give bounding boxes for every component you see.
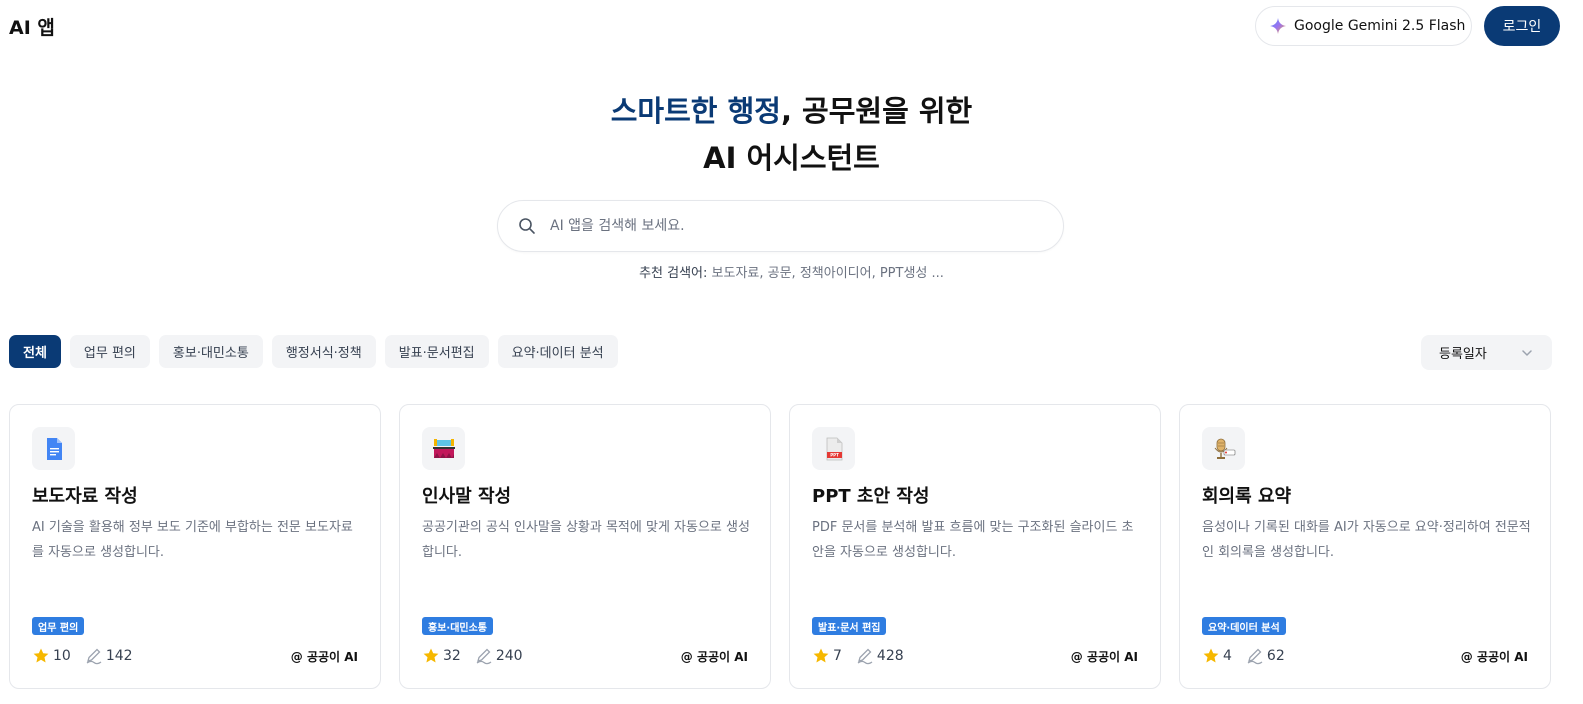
star-count: 4 bbox=[1202, 647, 1232, 665]
card-icon-box: PPT bbox=[812, 427, 855, 470]
google-docs-icon bbox=[46, 437, 62, 460]
suggest-terms[interactable]: 보도자료, 공문, 정책아이디어, PPT생성 ... bbox=[712, 266, 944, 281]
microphone-rec-icon bbox=[1214, 438, 1235, 459]
card-author: @ 공공이 AI bbox=[1070, 650, 1138, 664]
category-badge: 요약·데이터 분석 bbox=[1202, 617, 1286, 635]
app-card[interactable]: 회의록 요약 음성이나 기록된 대화를 AI가 자동으로 요약·정리하여 전문적… bbox=[1179, 404, 1551, 689]
sort-selected: 등록일자 bbox=[1439, 347, 1487, 362]
search-box[interactable] bbox=[497, 200, 1064, 252]
hero-accent: 스마트한 행정 bbox=[610, 94, 781, 128]
card-stats: 7 428 bbox=[812, 647, 918, 665]
star-icon bbox=[813, 648, 829, 663]
chevron-down-icon bbox=[1522, 349, 1532, 356]
app-card[interactable]: 보도자료 작성 AI 기술을 활용해 정부 보도 기준에 부합하는 전문 보도자… bbox=[9, 404, 381, 689]
card-author: @ 공공이 AI bbox=[290, 650, 358, 664]
search-input[interactable] bbox=[550, 218, 1030, 234]
card-description: 음성이나 기록된 대화를 AI가 자동으로 요약·정리하여 전문적인 회의록을 … bbox=[1202, 520, 1531, 560]
category-tabs: 전체 업무 편의 홍보·대민소통 행정서식·정책 발표·문서편집 요약·데이터 … bbox=[9, 335, 618, 368]
ppt-file-icon: PPT bbox=[826, 437, 842, 460]
svg-text:PPT: PPT bbox=[830, 452, 839, 457]
card-stats: 10 142 bbox=[32, 647, 147, 665]
star-count: 32 bbox=[422, 647, 461, 665]
usage-count: 240 bbox=[475, 647, 523, 665]
star-icon bbox=[423, 648, 439, 663]
star-count: 10 bbox=[32, 647, 71, 665]
usage-count: 428 bbox=[856, 647, 904, 665]
hero-rest: , 공무원을 위한 bbox=[780, 94, 973, 128]
stage-icon bbox=[432, 438, 455, 458]
pen-icon bbox=[86, 648, 102, 665]
card-description: 공공기관의 공식 인사말을 상황과 목적에 맞게 자동으로 생성합니다. bbox=[422, 520, 750, 560]
tab-summary[interactable]: 요약·데이터 분석 bbox=[497, 335, 618, 368]
card-icon-box bbox=[32, 427, 75, 470]
model-selector-button[interactable]: Google Gemini 2.5 Flash bbox=[1255, 6, 1472, 46]
app-card[interactable]: PPT PPT 초안 작성 PDF 문서를 분석해 발표 흐름에 맞는 구조화된… bbox=[789, 404, 1161, 689]
card-stats: 32 240 bbox=[422, 647, 537, 665]
category-badge: 업무 편의 bbox=[32, 617, 85, 635]
tab-presentation[interactable]: 발표·문서편집 bbox=[384, 335, 489, 368]
app-logo[interactable]: AI 앱 bbox=[9, 13, 55, 40]
card-title: PPT 초안 작성 bbox=[812, 486, 930, 507]
card-author: @ 공공이 AI bbox=[680, 650, 748, 664]
star-icon bbox=[33, 648, 49, 663]
app-card-grid: 보도자료 작성 AI 기술을 활용해 정부 보도 기준에 부합하는 전문 보도자… bbox=[9, 404, 1551, 689]
category-badge: 발표·문서 편집 bbox=[812, 617, 887, 635]
pen-icon bbox=[476, 648, 492, 665]
suggested-keywords: 추천 검색어: 보도자료, 공문, 정책아이디어, PPT생성 ... bbox=[0, 262, 1583, 281]
gemini-sparkle-icon bbox=[1270, 18, 1286, 34]
login-button[interactable]: 로그인 bbox=[1484, 6, 1560, 46]
pen-icon bbox=[857, 648, 873, 665]
header: AI 앱 Google Gemini 2.5 Flash 로그인 bbox=[0, 0, 1583, 52]
card-title: 회의록 요약 bbox=[1202, 486, 1292, 507]
card-title: 보도자료 작성 bbox=[32, 486, 138, 507]
search-icon bbox=[519, 218, 535, 234]
tab-all[interactable]: 전체 bbox=[9, 335, 61, 368]
pen-icon bbox=[1247, 648, 1263, 665]
card-icon-box bbox=[1202, 427, 1245, 470]
card-icon-box bbox=[422, 427, 465, 470]
app-card[interactable]: 인사말 작성 공공기관의 공식 인사말을 상황과 목적에 맞게 자동으로 생성합… bbox=[399, 404, 771, 689]
hero-line2: AI 어시스턴트 bbox=[703, 141, 880, 175]
star-icon bbox=[1203, 648, 1219, 663]
model-name: Google Gemini 2.5 Flash bbox=[1294, 18, 1466, 34]
card-title: 인사말 작성 bbox=[422, 486, 512, 507]
card-description: AI 기술을 활용해 정부 보도 기준에 부합하는 전문 보도자료를 자동으로 … bbox=[32, 520, 353, 560]
card-stats: 4 62 bbox=[1202, 647, 1299, 665]
tab-admin[interactable]: 행정서식·정책 bbox=[271, 335, 376, 368]
tab-pr[interactable]: 홍보·대민소통 bbox=[158, 335, 263, 368]
usage-count: 62 bbox=[1246, 647, 1285, 665]
category-badge: 홍보·대민소통 bbox=[422, 617, 493, 635]
star-count: 7 bbox=[812, 647, 842, 665]
card-description: PDF 문서를 분석해 발표 흐름에 맞는 구조화된 슬라이드 초안을 자동으로… bbox=[812, 520, 1134, 560]
usage-count: 142 bbox=[85, 647, 133, 665]
tab-work[interactable]: 업무 편의 bbox=[69, 335, 150, 368]
sort-dropdown[interactable]: 등록일자 bbox=[1421, 335, 1552, 370]
suggest-label: 추천 검색어: bbox=[639, 266, 708, 281]
card-author: @ 공공이 AI bbox=[1460, 650, 1528, 664]
hero-title: 스마트한 행정, 공무원을 위한 AI 어시스턴트 bbox=[0, 88, 1583, 182]
